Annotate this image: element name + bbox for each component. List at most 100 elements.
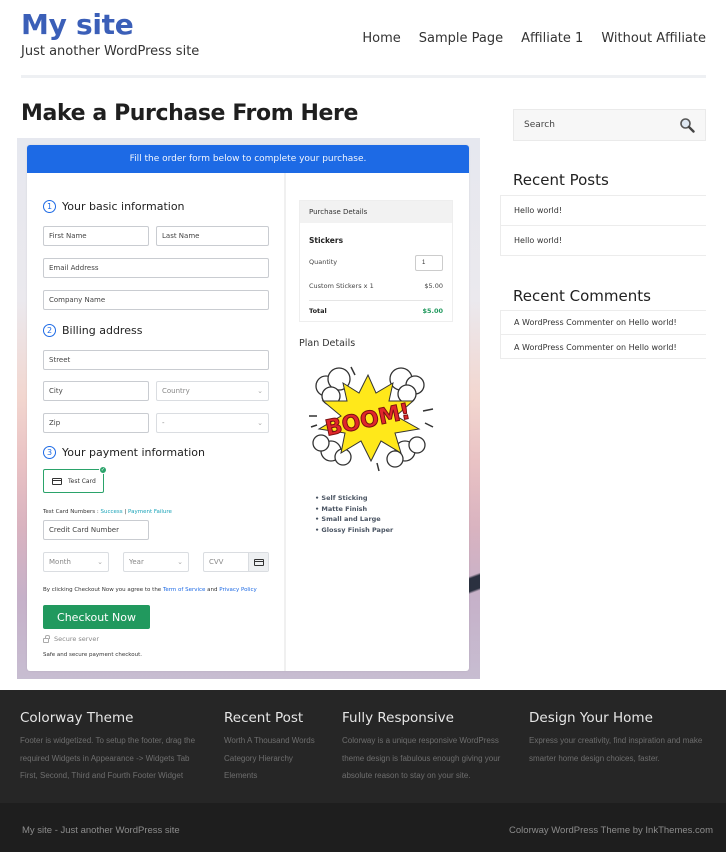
- header-divider: [21, 75, 706, 78]
- terms-and: and: [207, 587, 218, 593]
- product-name-label: Stickers: [309, 236, 344, 245]
- line-item-price: $5.00: [424, 282, 443, 290]
- chevron-down-icon: ⌄: [97, 558, 103, 566]
- safe-checkout-text: Safe and secure payment checkout.: [43, 652, 142, 658]
- credit-card-icon: [253, 558, 264, 566]
- widget-divider: [500, 358, 706, 359]
- widget-divider: [500, 310, 706, 311]
- chevron-down-icon: ⌄: [257, 387, 263, 395]
- total-label: Total: [309, 307, 327, 315]
- test-failure-link[interactable]: Payment Failure: [128, 509, 172, 515]
- footer-post-link[interactable]: Category Hierarchy: [224, 750, 315, 768]
- footer-col-fully-responsive: Fully Responsive Colorway is a unique re…: [342, 710, 500, 785]
- secure-server: Secure server: [43, 634, 99, 643]
- footer-text-line: Footer is widgetized. To setup the foote…: [20, 736, 196, 745]
- step-number-3: 3: [43, 446, 56, 459]
- payment-method-test-card[interactable]: Test Card ✓: [43, 466, 107, 493]
- nav-item-sample-page[interactable]: Sample Page: [410, 31, 512, 46]
- search-icon[interactable]: [679, 117, 695, 133]
- order-form-card: Fill the order form below to complete yo…: [27, 145, 469, 671]
- section-title: Your basic information: [62, 200, 185, 213]
- footer-widgets: Colorway Theme Footer is widgetized. To …: [0, 690, 726, 803]
- state-select-value: -: [162, 419, 165, 427]
- cvv-placeholder: CVV: [209, 558, 224, 566]
- total-divider: [309, 300, 443, 301]
- cvv-card-icon: [248, 553, 268, 571]
- plan-details-title: Plan Details: [299, 338, 356, 349]
- column-divider: [284, 173, 286, 671]
- total-row: Total $5.00: [309, 307, 443, 315]
- comment-post-link[interactable]: Hello world!: [629, 343, 677, 352]
- search-widget: [513, 109, 706, 141]
- quantity-input[interactable]: 1: [415, 255, 443, 271]
- comment-on: on: [616, 318, 627, 327]
- line-item-label: Custom Stickers x 1: [309, 282, 374, 290]
- purchase-details-title: Purchase Details: [300, 201, 452, 223]
- check-icon: ✓: [99, 466, 107, 474]
- month-select[interactable]: Month ⌄: [43, 552, 109, 572]
- form-banner: Fill the order form below to complete yo…: [27, 145, 469, 173]
- purchase-details-box: Purchase Details Stickers Quantity 1 Cus…: [299, 200, 453, 322]
- zip-field[interactable]: Zip: [43, 413, 149, 433]
- payment-method-label: Test Card: [68, 477, 96, 485]
- city-field[interactable]: City: [43, 381, 149, 401]
- comment-post-link[interactable]: Hello world!: [629, 318, 677, 327]
- last-name-field[interactable]: Last Name: [156, 226, 269, 246]
- order-form-image: Fill the order form below to complete yo…: [17, 138, 480, 679]
- footer-text-line: smarter home design choices, faster.: [529, 753, 660, 763]
- footer-text-line: Express your creativity, find inspiratio…: [529, 736, 703, 745]
- footer-col-text: Colorway is a unique responsive WordPres…: [342, 732, 500, 785]
- footer-post-link[interactable]: Elements: [224, 767, 315, 785]
- terms-of-service-link[interactable]: Term of Service: [163, 587, 205, 593]
- street-field[interactable]: Street: [43, 350, 269, 370]
- first-name-field[interactable]: First Name: [43, 226, 149, 246]
- footer-site-info: My site - Just another WordPress site: [22, 825, 180, 836]
- product-name: Stickers: [309, 236, 443, 245]
- cvv-field[interactable]: CVV: [203, 552, 269, 572]
- site-title-link[interactable]: My site: [21, 8, 134, 41]
- recent-post-link[interactable]: Hello world!: [514, 206, 562, 215]
- year-select[interactable]: Year ⌄: [123, 552, 189, 572]
- line-item-row: Custom Stickers x 1 $5.00: [309, 282, 443, 290]
- footer-col-recent-post: Recent Post Worth A Thousand Words Categ…: [224, 710, 315, 785]
- recent-posts-title: Recent Posts: [513, 171, 609, 189]
- state-select[interactable]: - ⌄: [156, 413, 269, 433]
- email-field[interactable]: Email Address: [43, 258, 269, 278]
- comment-author-link[interactable]: A WordPress Commenter: [514, 343, 614, 352]
- chevron-down-icon: ⌄: [177, 558, 183, 566]
- checkout-now-button[interactable]: Checkout Now: [43, 605, 150, 629]
- footer-text-line: First, Second, Third and Fourth Footer W…: [20, 771, 184, 780]
- country-select-value: Country: [162, 387, 190, 395]
- footer-col-title: Fully Responsive: [342, 710, 454, 726]
- nav-item-without-affiliate[interactable]: Without Affiliate: [592, 31, 706, 46]
- company-field[interactable]: Company Name: [43, 290, 269, 310]
- terms-text: By clicking Checkout Now you agree to th…: [43, 587, 257, 593]
- widget-divider: [500, 334, 706, 335]
- comment-author-link[interactable]: A WordPress Commenter: [514, 318, 614, 327]
- comment-on: on: [616, 343, 627, 352]
- nav-item-affiliate-1[interactable]: Affiliate 1: [512, 31, 592, 46]
- step-number-1: 1: [43, 200, 56, 213]
- search-input[interactable]: [514, 110, 674, 140]
- privacy-policy-link[interactable]: Privacy Policy: [219, 587, 256, 593]
- boom-sticker-image: BOOM!: [309, 366, 434, 472]
- test-success-link[interactable]: Success: [101, 509, 123, 515]
- footer-post-link[interactable]: Worth A Thousand Words: [224, 732, 315, 750]
- nav-item-home[interactable]: Home: [362, 31, 409, 46]
- section-title: Billing address: [62, 324, 143, 337]
- quantity-label: Quantity: [309, 258, 338, 266]
- year-select-value: Year: [129, 558, 144, 566]
- card-number-field[interactable]: Credit Card Number: [43, 520, 149, 540]
- site-tagline: Just another WordPress site: [21, 44, 200, 59]
- month-select-value: Month: [49, 558, 71, 566]
- country-select[interactable]: Country ⌄: [156, 381, 269, 401]
- footer-col-title: Recent Post: [224, 710, 304, 726]
- plan-feature: Self Sticking: [315, 493, 393, 504]
- plan-feature: Small and Large: [315, 514, 393, 525]
- plan-feature: Glossy Finish Paper: [315, 525, 393, 536]
- section-title: Your payment information: [62, 446, 205, 459]
- recent-post-link[interactable]: Hello world!: [514, 236, 562, 245]
- footer-col-text: Footer is widgetized. To setup the foote…: [20, 732, 195, 785]
- theme-credit-link[interactable]: Colorway WordPress Theme by InkThemes.co…: [509, 825, 713, 836]
- test-card-numbers: Test Card Numbers : Success | Payment Fa…: [43, 509, 172, 515]
